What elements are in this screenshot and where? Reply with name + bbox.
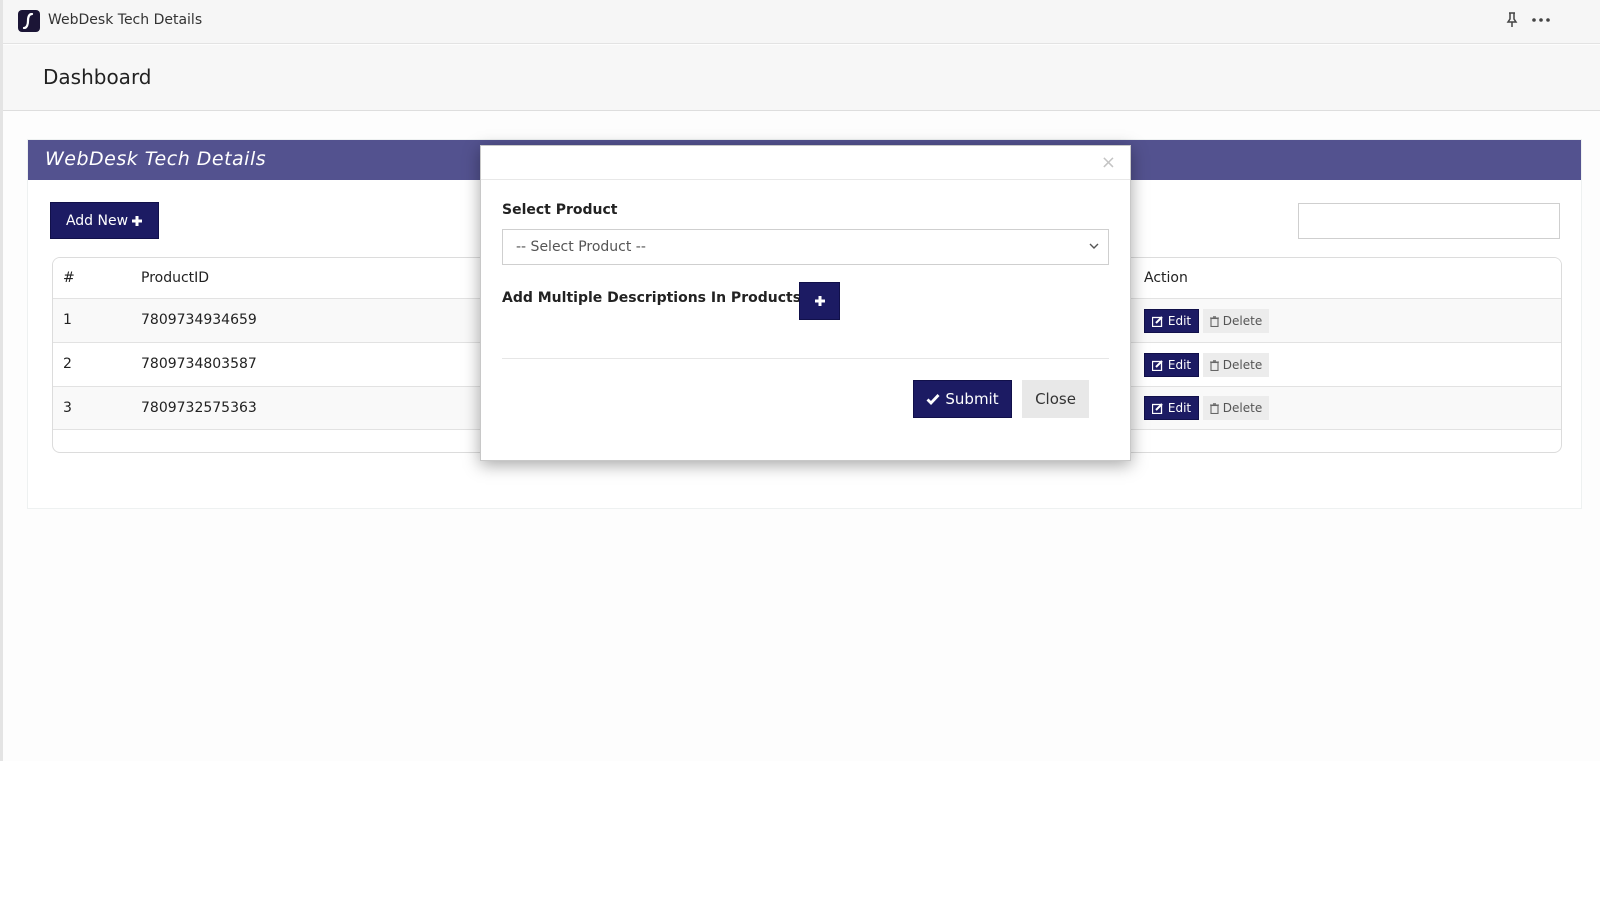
- delete-label: Delete: [1222, 401, 1263, 415]
- add-new-button[interactable]: Add New: [50, 202, 159, 239]
- submit-label: Submit: [945, 390, 999, 408]
- row-product-id: 7809732575363: [141, 400, 257, 416]
- product-select[interactable]: -- Select Product --: [502, 229, 1109, 265]
- chevron-down-icon: [1089, 243, 1099, 249]
- multiple-descriptions-label: Add Multiple Descriptions In Products: [502, 290, 802, 306]
- app-window: WebDesk Tech Details Dashboard WebDesk T…: [0, 0, 1600, 761]
- modal-header: ×: [481, 146, 1130, 180]
- dashboard-header: Dashboard: [3, 45, 1600, 111]
- add-description-modal: × Select Product -- Select Product -- Ad…: [480, 145, 1131, 461]
- delete-button[interactable]: Delete: [1203, 353, 1269, 377]
- edit-button[interactable]: Edit: [1144, 309, 1199, 333]
- check-icon: [926, 394, 940, 405]
- edit-button[interactable]: Edit: [1144, 396, 1199, 420]
- column-header-index: #: [63, 270, 75, 286]
- row-index: 3: [63, 400, 72, 416]
- add-new-label: Add New: [65, 212, 129, 229]
- edit-icon: [1151, 359, 1163, 371]
- edit-button[interactable]: Edit: [1144, 353, 1199, 377]
- search-input[interactable]: [1298, 203, 1560, 239]
- close-button[interactable]: Close: [1022, 380, 1089, 418]
- more-icon[interactable]: [1530, 11, 1552, 29]
- plus-icon: [132, 215, 143, 226]
- row-product-id: 7809734934659: [141, 312, 257, 328]
- edit-icon: [1151, 402, 1163, 414]
- select-product-label: Select Product: [502, 202, 618, 218]
- row-index: 1: [63, 312, 72, 328]
- trash-icon: [1209, 315, 1219, 327]
- delete-button[interactable]: Delete: [1203, 396, 1269, 420]
- trash-icon: [1209, 359, 1219, 371]
- title-bar: WebDesk Tech Details: [3, 0, 1600, 44]
- add-description-button[interactable]: [799, 282, 840, 320]
- edit-label: Edit: [1167, 314, 1192, 328]
- pin-icon[interactable]: [1504, 11, 1520, 29]
- delete-label: Delete: [1222, 358, 1263, 372]
- plus-icon: [814, 296, 825, 306]
- close-label: Close: [1035, 390, 1076, 408]
- edit-label: Edit: [1167, 358, 1192, 372]
- product-select-value: -- Select Product --: [516, 239, 646, 255]
- app-logo-icon: [18, 10, 40, 32]
- delete-label: Delete: [1222, 314, 1263, 328]
- trash-icon: [1209, 402, 1219, 414]
- submit-button[interactable]: Submit: [913, 380, 1012, 418]
- modal-divider: [502, 358, 1109, 359]
- page-title: Dashboard: [43, 65, 152, 89]
- row-product-id: 7809734803587: [141, 356, 257, 372]
- delete-button[interactable]: Delete: [1203, 309, 1269, 333]
- close-icon[interactable]: ×: [1101, 154, 1116, 172]
- edit-label: Edit: [1167, 401, 1192, 415]
- window-title: WebDesk Tech Details: [48, 12, 203, 28]
- edit-icon: [1151, 315, 1163, 327]
- panel-title: WebDesk Tech Details: [45, 148, 267, 170]
- column-header-action: Action: [1144, 270, 1188, 286]
- column-header-productid: ProductID: [141, 270, 210, 286]
- row-index: 2: [63, 356, 72, 372]
